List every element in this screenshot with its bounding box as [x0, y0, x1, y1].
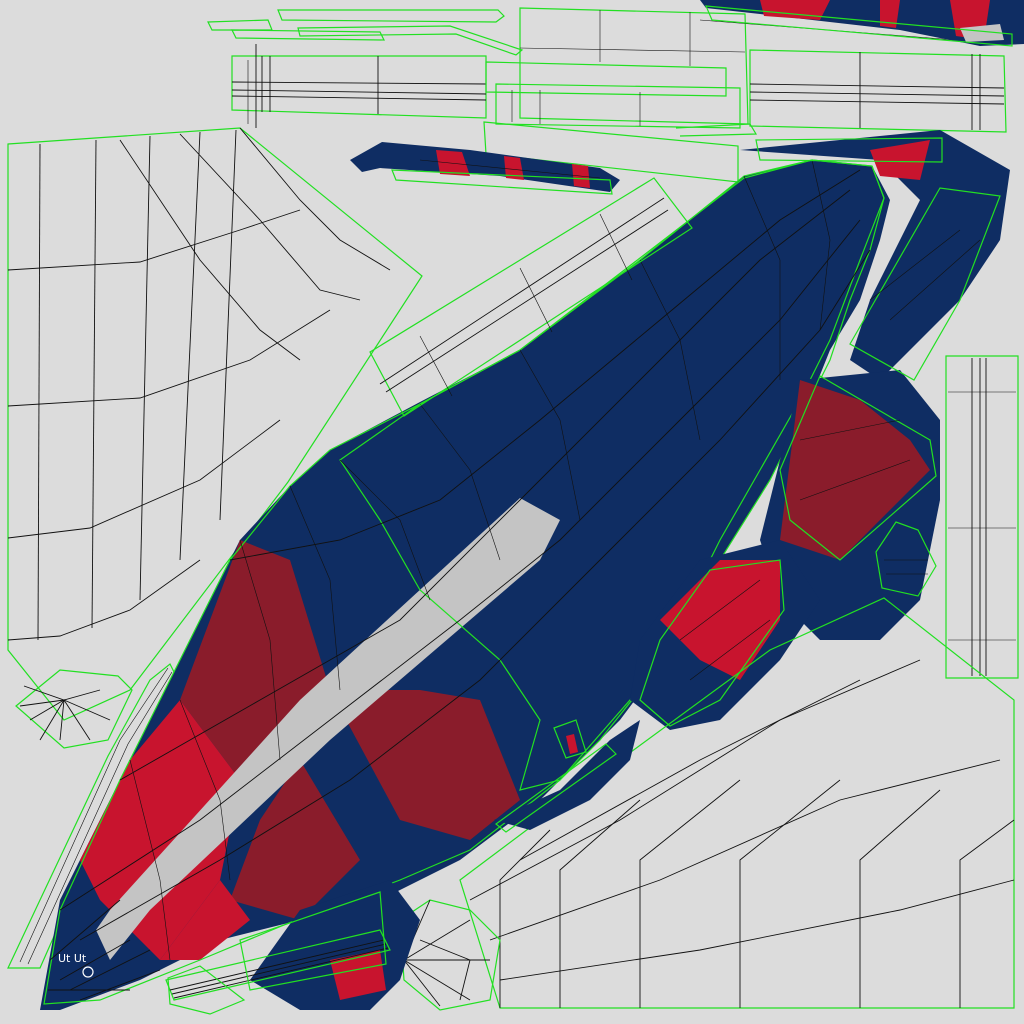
top-right-sliver	[700, 0, 1024, 47]
right-vertical-strip	[945, 355, 1019, 679]
nose-decal-text: Ut Ut	[58, 952, 87, 965]
uv-texture-map: Ut Ut	[7, 0, 1024, 1015]
tube-strip	[350, 142, 620, 195]
